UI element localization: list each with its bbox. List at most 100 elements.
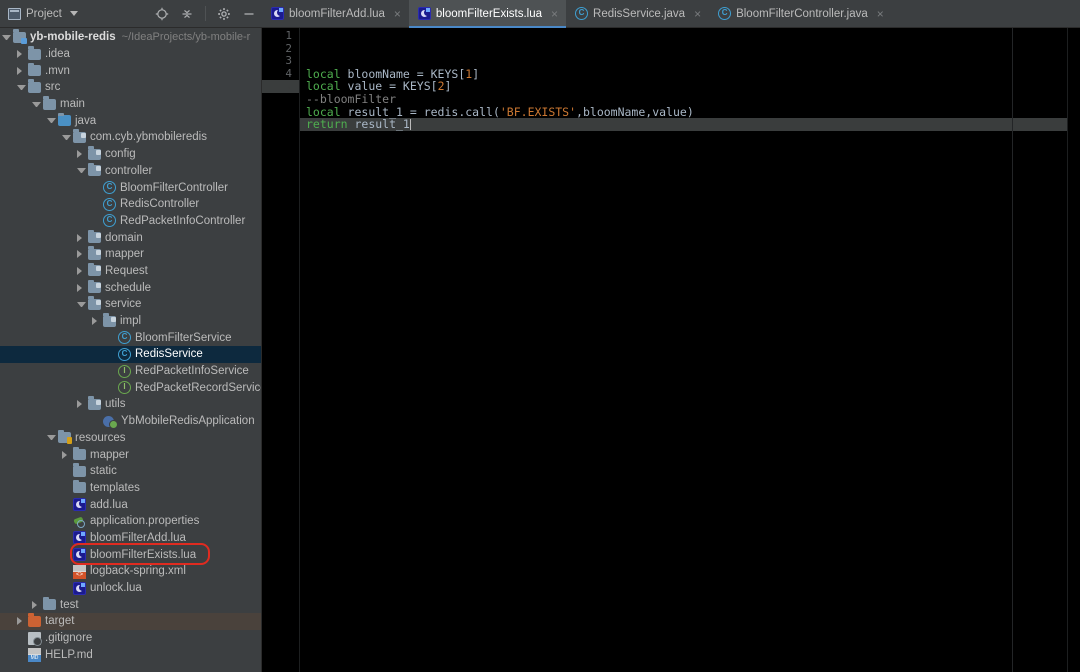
tree-row[interactable]: resources [0, 429, 262, 447]
tree-row-root[interactable]: yb-mobile-redis ~/IdeaProjects/yb-mobile… [0, 29, 262, 46]
line-number: 2 [285, 41, 292, 55]
tree-row[interactable]: C RedisService [0, 346, 262, 363]
code-line[interactable]: local result_1 = redis.call('BF.EXISTS',… [300, 105, 1080, 119]
tree-row[interactable]: impl [0, 313, 262, 330]
chevron-right-icon[interactable] [77, 233, 86, 242]
chevron-right-icon[interactable] [77, 400, 86, 409]
locate-target-icon[interactable] [155, 7, 169, 21]
code-line[interactable]: local value = KEYS[2] [300, 80, 1080, 93]
tree-row-label: .mvn [45, 64, 70, 77]
editor-tab[interactable]: C RedisService.java × [566, 0, 709, 27]
chevron-down-icon[interactable] [47, 118, 56, 124]
tree-row[interactable]: mapper [0, 446, 262, 463]
lua-file-icon [417, 7, 431, 20]
package-folder-icon [88, 396, 101, 410]
tree-row[interactable]: service [0, 296, 262, 313]
chevron-down-icon[interactable] [32, 101, 41, 107]
chevron-right-icon[interactable] [77, 283, 86, 292]
tree-row[interactable]: target [0, 613, 262, 630]
chevron-right-icon[interactable] [17, 50, 26, 59]
tree-row[interactable]: .gitignore [0, 630, 262, 647]
project-icon [8, 7, 21, 20]
project-root-path: ~/IdeaProjects/yb-mobile-r [121, 31, 251, 44]
chevron-right-icon[interactable] [77, 250, 86, 259]
java-class-icon: C [575, 7, 589, 20]
chevron-right-icon[interactable] [77, 266, 86, 275]
tree-row[interactable]: src [0, 79, 262, 96]
line-number: 1 [285, 29, 292, 42]
tree-row-label: com.cyb.ybmobileredis [90, 131, 207, 144]
editor-tab[interactable]: bloomFilterAdd.lua × [262, 0, 409, 27]
tree-row[interactable]: Request [0, 262, 262, 280]
tree-row[interactable]: C RedisController [0, 196, 262, 213]
tree-row[interactable]: C BloomFilterController [0, 179, 262, 196]
tree-row[interactable]: domain [0, 229, 262, 246]
tree-row[interactable]: application.properties [0, 513, 262, 530]
chevron-right-icon[interactable] [77, 150, 86, 159]
tree-row[interactable]: I RedPacketInfoService [0, 363, 262, 380]
code-line[interactable]: return result_1 [300, 118, 1080, 131]
editor-gutter[interactable]: 1234. [262, 28, 300, 672]
tree-row[interactable]: .mvn [0, 62, 262, 79]
tree-row-label: schedule [105, 281, 152, 294]
tree-row[interactable]: test [0, 596, 262, 613]
tree-row[interactable]: .idea [0, 46, 262, 63]
tree-row-label: RedisController [120, 198, 200, 211]
chevron-down-icon[interactable] [17, 84, 26, 90]
tree-row[interactable]: bloomFilterExists.lua [0, 546, 262, 563]
tree-row[interactable]: logback-spring.xml [0, 563, 262, 580]
hide-icon[interactable] [242, 7, 256, 21]
project-panel-title-button[interactable]: Project [0, 7, 78, 20]
tree-row-label: templates [90, 481, 140, 494]
tree-row-label: mapper [90, 448, 129, 461]
tree-row[interactable]: C BloomFilterService [0, 329, 262, 346]
tree-row[interactable]: HELP.md [0, 646, 262, 663]
excluded-folder-icon [28, 613, 41, 627]
editor-tab[interactable]: bloomFilterExists.lua × [408, 0, 567, 28]
tree-row[interactable]: utils [0, 396, 262, 413]
chevron-right-icon[interactable] [62, 450, 71, 459]
close-icon[interactable]: × [394, 7, 401, 21]
chevron-down-icon[interactable] [47, 435, 56, 441]
tree-row[interactable]: unlock.lua [0, 580, 262, 597]
chevron-right-icon[interactable] [92, 317, 101, 326]
tree-row[interactable]: schedule [0, 279, 262, 296]
close-icon[interactable]: × [694, 7, 701, 21]
tree-row[interactable]: C RedPacketInfoController [0, 213, 262, 230]
tree-row[interactable]: java [0, 112, 262, 129]
close-icon[interactable]: × [551, 7, 558, 21]
gear-icon[interactable] [217, 7, 231, 21]
java-class-icon: C [103, 181, 116, 195]
chevron-down-icon[interactable] [77, 301, 86, 307]
close-icon[interactable]: × [877, 7, 884, 21]
editor-code-area[interactable]: local bloomName = KEYS[1] local value = K… [300, 28, 1080, 672]
tree-row[interactable]: mapper [0, 246, 262, 263]
chevron-right-icon[interactable] [32, 600, 41, 609]
editor-tab[interactable]: C BloomFilterController.java × [709, 0, 892, 27]
tree-row[interactable]: controller [0, 162, 262, 180]
tree-row-label: logback-spring.xml [90, 565, 186, 578]
tree-row[interactable]: com.cyb.ybmobileredis [0, 129, 262, 146]
chevron-right-icon[interactable] [17, 617, 26, 626]
collapse-all-icon[interactable] [180, 7, 194, 21]
chevron-down-icon[interactable] [77, 168, 86, 174]
tree-row[interactable]: I RedPacketRecordService [0, 379, 262, 396]
chevron-down-icon[interactable] [2, 34, 11, 40]
tree-row[interactable]: templates [0, 479, 262, 497]
chevron-down-icon[interactable] [69, 11, 78, 16]
tree-row[interactable]: add.lua [0, 496, 262, 513]
editor-scrollbar[interactable] [1067, 28, 1080, 672]
code-token: ] [444, 79, 452, 94]
tree-row[interactable]: YbMobileRedisApplication [0, 413, 262, 430]
tree-row[interactable]: main [0, 96, 262, 113]
chevron-down-icon[interactable] [62, 134, 71, 140]
code-token: ] [472, 66, 480, 81]
tree-row[interactable]: static [0, 463, 262, 480]
code-editor[interactable]: 1234. local bloomName = KEYS[1] local val… [262, 28, 1080, 672]
package-folder-icon [88, 279, 101, 294]
tree-row[interactable]: bloomFilterAdd.lua [0, 530, 262, 547]
project-tree[interactable]: yb-mobile-redis ~/IdeaProjects/yb-mobile… [0, 28, 262, 672]
chevron-right-icon[interactable] [17, 66, 26, 75]
tree-row-label: test [60, 598, 79, 611]
tree-row[interactable]: config [0, 146, 262, 163]
